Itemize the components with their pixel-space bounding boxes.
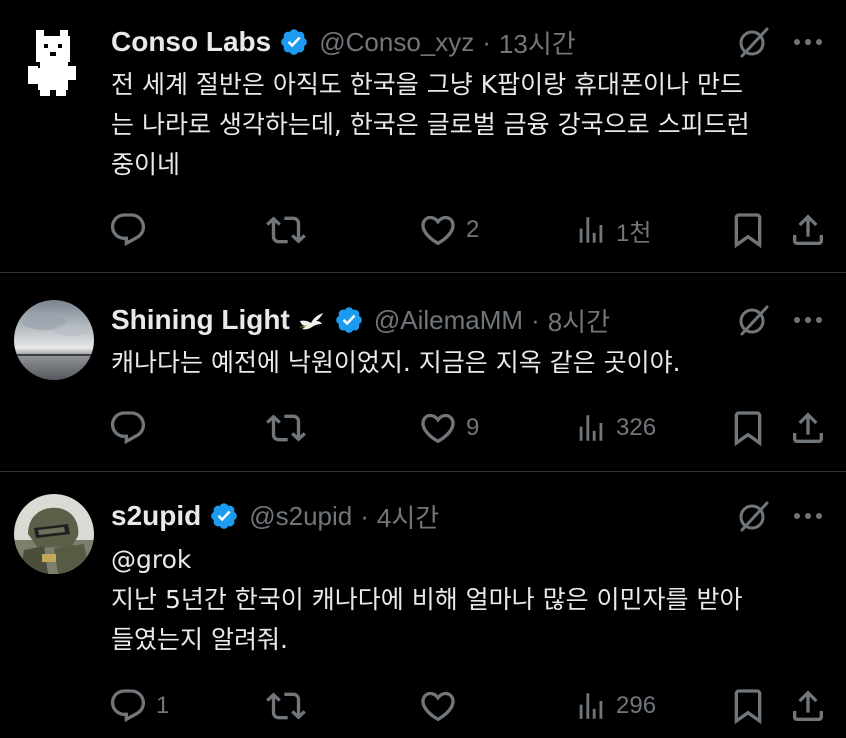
timestamp[interactable]: 8시간 xyxy=(548,302,610,339)
action-bar: 2 1천 xyxy=(108,210,828,250)
grok-button[interactable] xyxy=(734,22,774,62)
author-handle[interactable]: @AilemaMM xyxy=(374,305,523,336)
reply-count: 1 xyxy=(156,692,170,719)
tweet-text: 전 세계 절반은 아직도 한국을 그냥 K팝이랑 휴대폰이나 만드 는 나라로 … xyxy=(111,65,821,185)
avatar[interactable] xyxy=(14,22,94,102)
views-count: 326 xyxy=(616,414,657,441)
reply-button[interactable] xyxy=(108,408,156,448)
views-button[interactable]: 326 xyxy=(574,408,656,448)
more-options-button[interactable] xyxy=(790,300,826,340)
grok-button[interactable] xyxy=(734,496,774,536)
share-icon xyxy=(793,690,823,721)
views-count: 296 xyxy=(616,692,657,719)
dove-icon xyxy=(298,313,323,330)
timestamp[interactable]: 13시간 xyxy=(499,24,576,61)
author-name[interactable]: Shining Light xyxy=(111,304,290,336)
sky-photo xyxy=(14,300,94,380)
like-button[interactable] xyxy=(418,686,466,726)
share-button[interactable] xyxy=(788,408,828,448)
tweet[interactable]: s2upid @s2upid · 4시간 @grok 지난 5년간 한국이 캐나… xyxy=(0,472,846,738)
more-options-button[interactable] xyxy=(790,22,826,62)
reply-icon xyxy=(110,689,146,723)
retweet-icon xyxy=(266,692,306,720)
reply-feed: Conso Labs @Conso_xyz · 13시간 전 세계 절반은 아직… xyxy=(0,0,846,738)
views-count: 1천 xyxy=(616,219,652,247)
reply-button[interactable] xyxy=(108,210,156,250)
bookmark-button[interactable] xyxy=(728,408,768,448)
reply-button[interactable]: 1 xyxy=(108,686,169,726)
share-icon xyxy=(793,412,823,443)
bookmark-icon xyxy=(734,411,762,447)
retweet-button[interactable] xyxy=(266,686,314,726)
tweet[interactable]: Shining Light @AilemaMM · 8시간 캐나다는 예전에 낙… xyxy=(0,273,846,471)
avatar[interactable] xyxy=(14,494,94,574)
grok-icon xyxy=(739,27,769,58)
bookmark-icon xyxy=(734,213,762,249)
share-button[interactable] xyxy=(788,210,828,250)
pixel-bear-icon xyxy=(28,30,76,96)
timestamp[interactable]: 4시간 xyxy=(377,498,439,535)
heart-icon xyxy=(421,215,455,246)
retweet-button[interactable] xyxy=(266,408,314,448)
heart-icon xyxy=(421,691,455,722)
author-name[interactable]: Conso Labs xyxy=(111,26,271,58)
separator-dot: · xyxy=(360,500,369,531)
bookmark-icon xyxy=(734,689,762,725)
more-dots-icon xyxy=(794,317,822,323)
retweet-button[interactable] xyxy=(266,210,314,250)
views-chart-icon xyxy=(579,415,603,441)
tweet-text: @grok 지난 5년간 한국이 캐나다에 비해 얼마나 많은 이민자를 받아 … xyxy=(111,540,821,660)
tweet-text: 캐나다는 예전에 낙원이었지. 지금은 지옥 같은 곳이야. xyxy=(111,343,821,383)
verified-badge-icon xyxy=(336,307,362,333)
more-dots-icon xyxy=(794,513,822,519)
more-options-button[interactable] xyxy=(790,496,826,536)
views-button[interactable]: 296 xyxy=(574,686,656,726)
avatar[interactable] xyxy=(14,300,94,380)
share-icon xyxy=(793,214,823,245)
separator-dot: · xyxy=(531,304,540,335)
bookmark-button[interactable] xyxy=(728,686,768,726)
like-count: 2 xyxy=(466,216,480,243)
tweet[interactable]: Conso Labs @Conso_xyz · 13시간 전 세계 절반은 아직… xyxy=(0,0,846,272)
tweet-text-line: 지난 5년간 한국이 캐나다에 비해 얼마나 많은 이민자를 받아 xyxy=(111,585,743,614)
retweet-icon xyxy=(266,216,306,244)
like-button[interactable]: 9 xyxy=(418,408,479,448)
armored-soldier-photo xyxy=(14,494,94,574)
grok-icon xyxy=(739,305,769,336)
grok-button[interactable] xyxy=(734,300,774,340)
reply-icon xyxy=(110,213,146,247)
verified-badge-icon xyxy=(211,503,238,529)
tweet-text-line: 캐나다는 예전에 낙원이었지. 지금은 지옥 같은 곳이야. xyxy=(111,348,681,377)
tweet-text-line: 전 세계 절반은 아직도 한국을 그냥 K팝이랑 휴대폰이나 만드 xyxy=(111,70,743,99)
share-button[interactable] xyxy=(788,686,828,726)
views-button[interactable]: 1천 xyxy=(574,210,651,250)
like-button[interactable]: 2 xyxy=(418,210,479,250)
action-bar: 9 326 xyxy=(108,408,828,448)
tweet-text-line: 중이네 xyxy=(111,150,181,179)
verified-badge-icon xyxy=(281,29,308,55)
tweet-text-line: 들였는지 알려줘. xyxy=(111,625,288,654)
like-count: 9 xyxy=(466,414,480,441)
tweet-text-line: 는 나라로 생각하는데, 한국은 글로벌 금융 강국으로 스피드런 xyxy=(111,110,750,139)
retweet-icon xyxy=(266,414,306,442)
action-bar: 1 296 xyxy=(108,686,828,726)
bookmark-button[interactable] xyxy=(728,210,768,250)
author-name[interactable]: s2upid xyxy=(111,500,201,532)
grok-mention[interactable]: @grok xyxy=(111,540,821,580)
author-handle[interactable]: @Conso_xyz xyxy=(319,27,474,58)
separator-dot: · xyxy=(482,26,491,57)
more-dots-icon xyxy=(794,39,822,45)
grok-icon xyxy=(739,501,769,532)
views-chart-icon xyxy=(579,217,603,243)
author-handle[interactable]: @s2upid xyxy=(249,501,352,532)
heart-icon xyxy=(421,413,455,444)
views-chart-icon xyxy=(579,693,603,719)
reply-icon xyxy=(110,411,146,445)
